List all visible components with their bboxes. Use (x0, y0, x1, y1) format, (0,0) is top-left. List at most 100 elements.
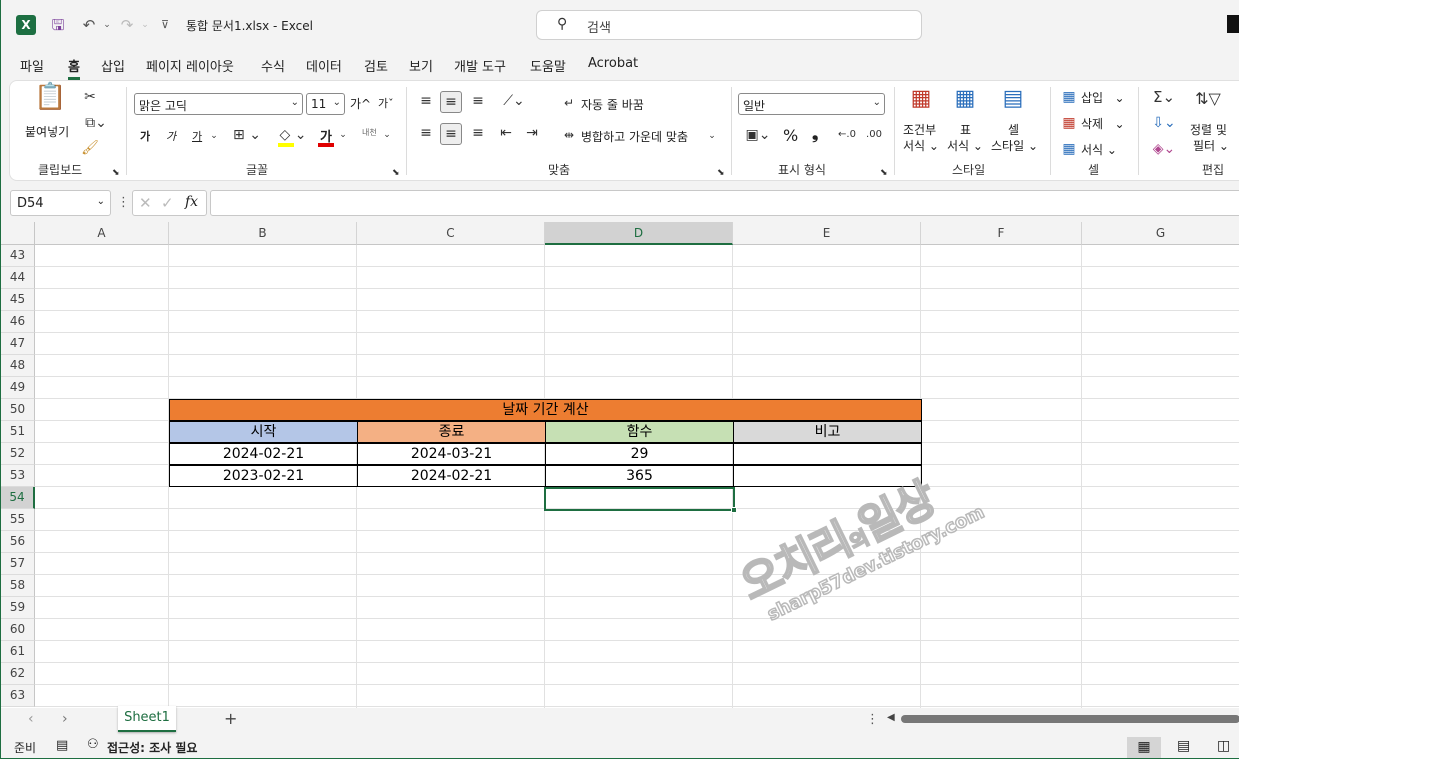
align-top-icon[interactable]: ≡ (416, 91, 436, 111)
next-sheet-icon[interactable]: › (62, 711, 68, 727)
number-format-select[interactable]: 일반 ⌄ (738, 93, 885, 115)
data-cell[interactable]: 2023-02-21 (169, 465, 358, 487)
row-header-46[interactable]: 46 (1, 311, 35, 333)
row-header-52[interactable]: 52 (1, 443, 35, 465)
decrease-decimal-icon[interactable]: .00 (862, 125, 886, 145)
row-header-61[interactable]: 61 (1, 641, 35, 663)
font-size-select[interactable]: 11 ⌄ (306, 93, 345, 115)
select-all-corner[interactable] (1, 222, 35, 245)
cell-styles-label2[interactable]: 스타일 ⌄ (991, 137, 1038, 154)
page-layout-view-icon[interactable]: ▤ (1177, 738, 1190, 754)
percent-button[interactable]: % (783, 126, 798, 145)
active-cell-d54[interactable] (544, 487, 735, 511)
prev-sheet-icon[interactable]: ‹ (28, 711, 34, 727)
cut-icon[interactable]: ✂ (80, 87, 100, 107)
clipboard-launcher-icon[interactable]: ⬊ (112, 163, 120, 183)
bold-button[interactable]: 가 (140, 128, 150, 144)
insert-cells-button[interactable]: 삽입 ⌄ (1081, 89, 1125, 106)
orientation-icon[interactable]: ⟋⌄ (498, 91, 530, 111)
row-header-48[interactable]: 48 (1, 355, 35, 377)
sort-filter-icon[interactable]: ⇅▽ (1192, 89, 1224, 109)
format-as-table-icon[interactable]: ▦ (950, 88, 980, 119)
row-header-59[interactable]: 59 (1, 597, 35, 619)
row-header-63[interactable]: 63 (1, 685, 35, 707)
tab-review[interactable]: 검토 (364, 56, 388, 75)
accessibility-icon[interactable]: ⚇ (87, 737, 99, 752)
row-header-47[interactable]: 47 (1, 333, 35, 355)
page-break-view-icon[interactable]: ◫ (1217, 738, 1230, 754)
save-icon[interactable]: 🖫 (47, 14, 69, 36)
fill-icon[interactable]: ⇩⌄ (1148, 113, 1180, 133)
row-header-43[interactable]: 43 (1, 245, 35, 267)
align-bottom-icon[interactable]: ≡ (468, 91, 488, 111)
merge-center-button[interactable]: 병합하고 가운데 맞춤 (581, 128, 688, 145)
row-header-51[interactable]: 51 (1, 421, 35, 443)
underline-button[interactable]: 가 (192, 128, 202, 144)
column-header-g[interactable]: G (1082, 222, 1239, 245)
font-name-select[interactable]: 맑은 고딕 ⌄ (134, 93, 303, 115)
font-color-dropdown-icon[interactable]: ⌄ (338, 125, 348, 145)
align-left-icon[interactable]: ≡ (416, 123, 436, 143)
sort-filter-label2[interactable]: 필터 ⌄ (1193, 137, 1229, 154)
align-middle-icon[interactable]: ≡ (440, 91, 462, 113)
format-as-table-label2[interactable]: 서식 ⌄ (947, 137, 983, 154)
conditional-format-label2[interactable]: 서식 ⌄ (903, 137, 939, 154)
data-cell[interactable] (733, 465, 922, 487)
column-header-c[interactable]: C (357, 222, 545, 245)
conditional-format-label1[interactable]: 조건부 (903, 121, 936, 138)
align-right-icon[interactable]: ≡ (468, 123, 488, 143)
data-cell[interactable]: 2024-02-21 (169, 443, 358, 465)
redo-dropdown-icon[interactable]: ⌄ (134, 14, 156, 36)
data-cell[interactable]: 365 (545, 465, 734, 487)
header-note-cell[interactable]: 비고 (733, 421, 922, 443)
phonetic-dropdown-icon[interactable]: ⌄ (382, 125, 392, 145)
tab-help[interactable]: 도움말 (530, 56, 566, 75)
formula-input[interactable] (210, 190, 1239, 216)
name-box[interactable]: D54 ⌄ (10, 190, 111, 216)
row-header-62[interactable]: 62 (1, 663, 35, 685)
cell-styles-label1[interactable]: 셀 (1008, 121, 1019, 138)
paste-icon[interactable]: 📋 (34, 84, 66, 121)
column-header-f[interactable]: F (921, 222, 1082, 245)
data-cell[interactable] (733, 443, 922, 465)
clear-icon[interactable]: ◈⌄ (1148, 139, 1180, 159)
tab-formulas[interactable]: 수식 (261, 56, 285, 75)
search-box[interactable]: ⚲ 검색 (536, 10, 922, 40)
tab-acrobat[interactable]: Acrobat (588, 56, 638, 71)
merge-dropdown-icon[interactable]: ⌄ (706, 126, 718, 146)
row-header-56[interactable]: 56 (1, 531, 35, 553)
decrease-indent-icon[interactable]: ⇤ (496, 123, 516, 143)
sheet-tab-sheet1[interactable]: Sheet1 (118, 706, 176, 732)
increase-decimal-icon[interactable]: ←.0 (836, 125, 858, 145)
row-header-53[interactable]: 53 (1, 465, 35, 487)
tab-developer[interactable]: 개발 도구 (454, 56, 506, 75)
insert-function-icon[interactable]: fx (185, 194, 198, 210)
row-header-50[interactable]: 50 (1, 399, 35, 421)
table-title-cell[interactable]: 날짜 기간 계산 (169, 399, 922, 421)
fill-color-icon[interactable]: ◇ ⌄ (276, 125, 310, 145)
macro-record-icon[interactable]: ▤ (56, 738, 68, 753)
wrap-text-button[interactable]: 자동 줄 바꿈 (581, 96, 644, 113)
copy-icon[interactable]: ⧉⌄ (80, 113, 112, 133)
more-options-icon[interactable]: ⋮ (117, 195, 130, 210)
grow-font-button[interactable]: 가^ (350, 95, 371, 112)
column-header-b[interactable]: B (169, 222, 357, 245)
row-header-58[interactable]: 58 (1, 575, 35, 597)
row-header-55[interactable]: 55 (1, 509, 35, 531)
tab-data[interactable]: 데이터 (306, 56, 342, 75)
format-painter-icon[interactable]: 🖌 (80, 138, 100, 158)
row-header-45[interactable]: 45 (1, 289, 35, 311)
column-header-e[interactable]: E (733, 222, 921, 245)
merge-center-icon[interactable]: ⇹ (560, 125, 578, 145)
format-as-table-label1[interactable]: 표 (960, 121, 971, 138)
delete-cells-button[interactable]: 삭제 ⌄ (1081, 115, 1125, 132)
tab-file[interactable]: 파일 (20, 56, 44, 75)
data-cell[interactable]: 2024-02-21 (357, 465, 546, 487)
sort-filter-label1[interactable]: 정렬 및 (1190, 121, 1227, 138)
enter-icon[interactable]: ✓ (161, 194, 174, 212)
column-header-a[interactable]: A (35, 222, 169, 245)
cell-styles-icon[interactable]: ▤ (998, 88, 1028, 119)
accounting-icon[interactable]: ▣⌄ (740, 125, 776, 145)
increase-indent-icon[interactable]: ⇥ (522, 123, 542, 143)
cancel-icon[interactable]: ✕ (139, 194, 152, 212)
